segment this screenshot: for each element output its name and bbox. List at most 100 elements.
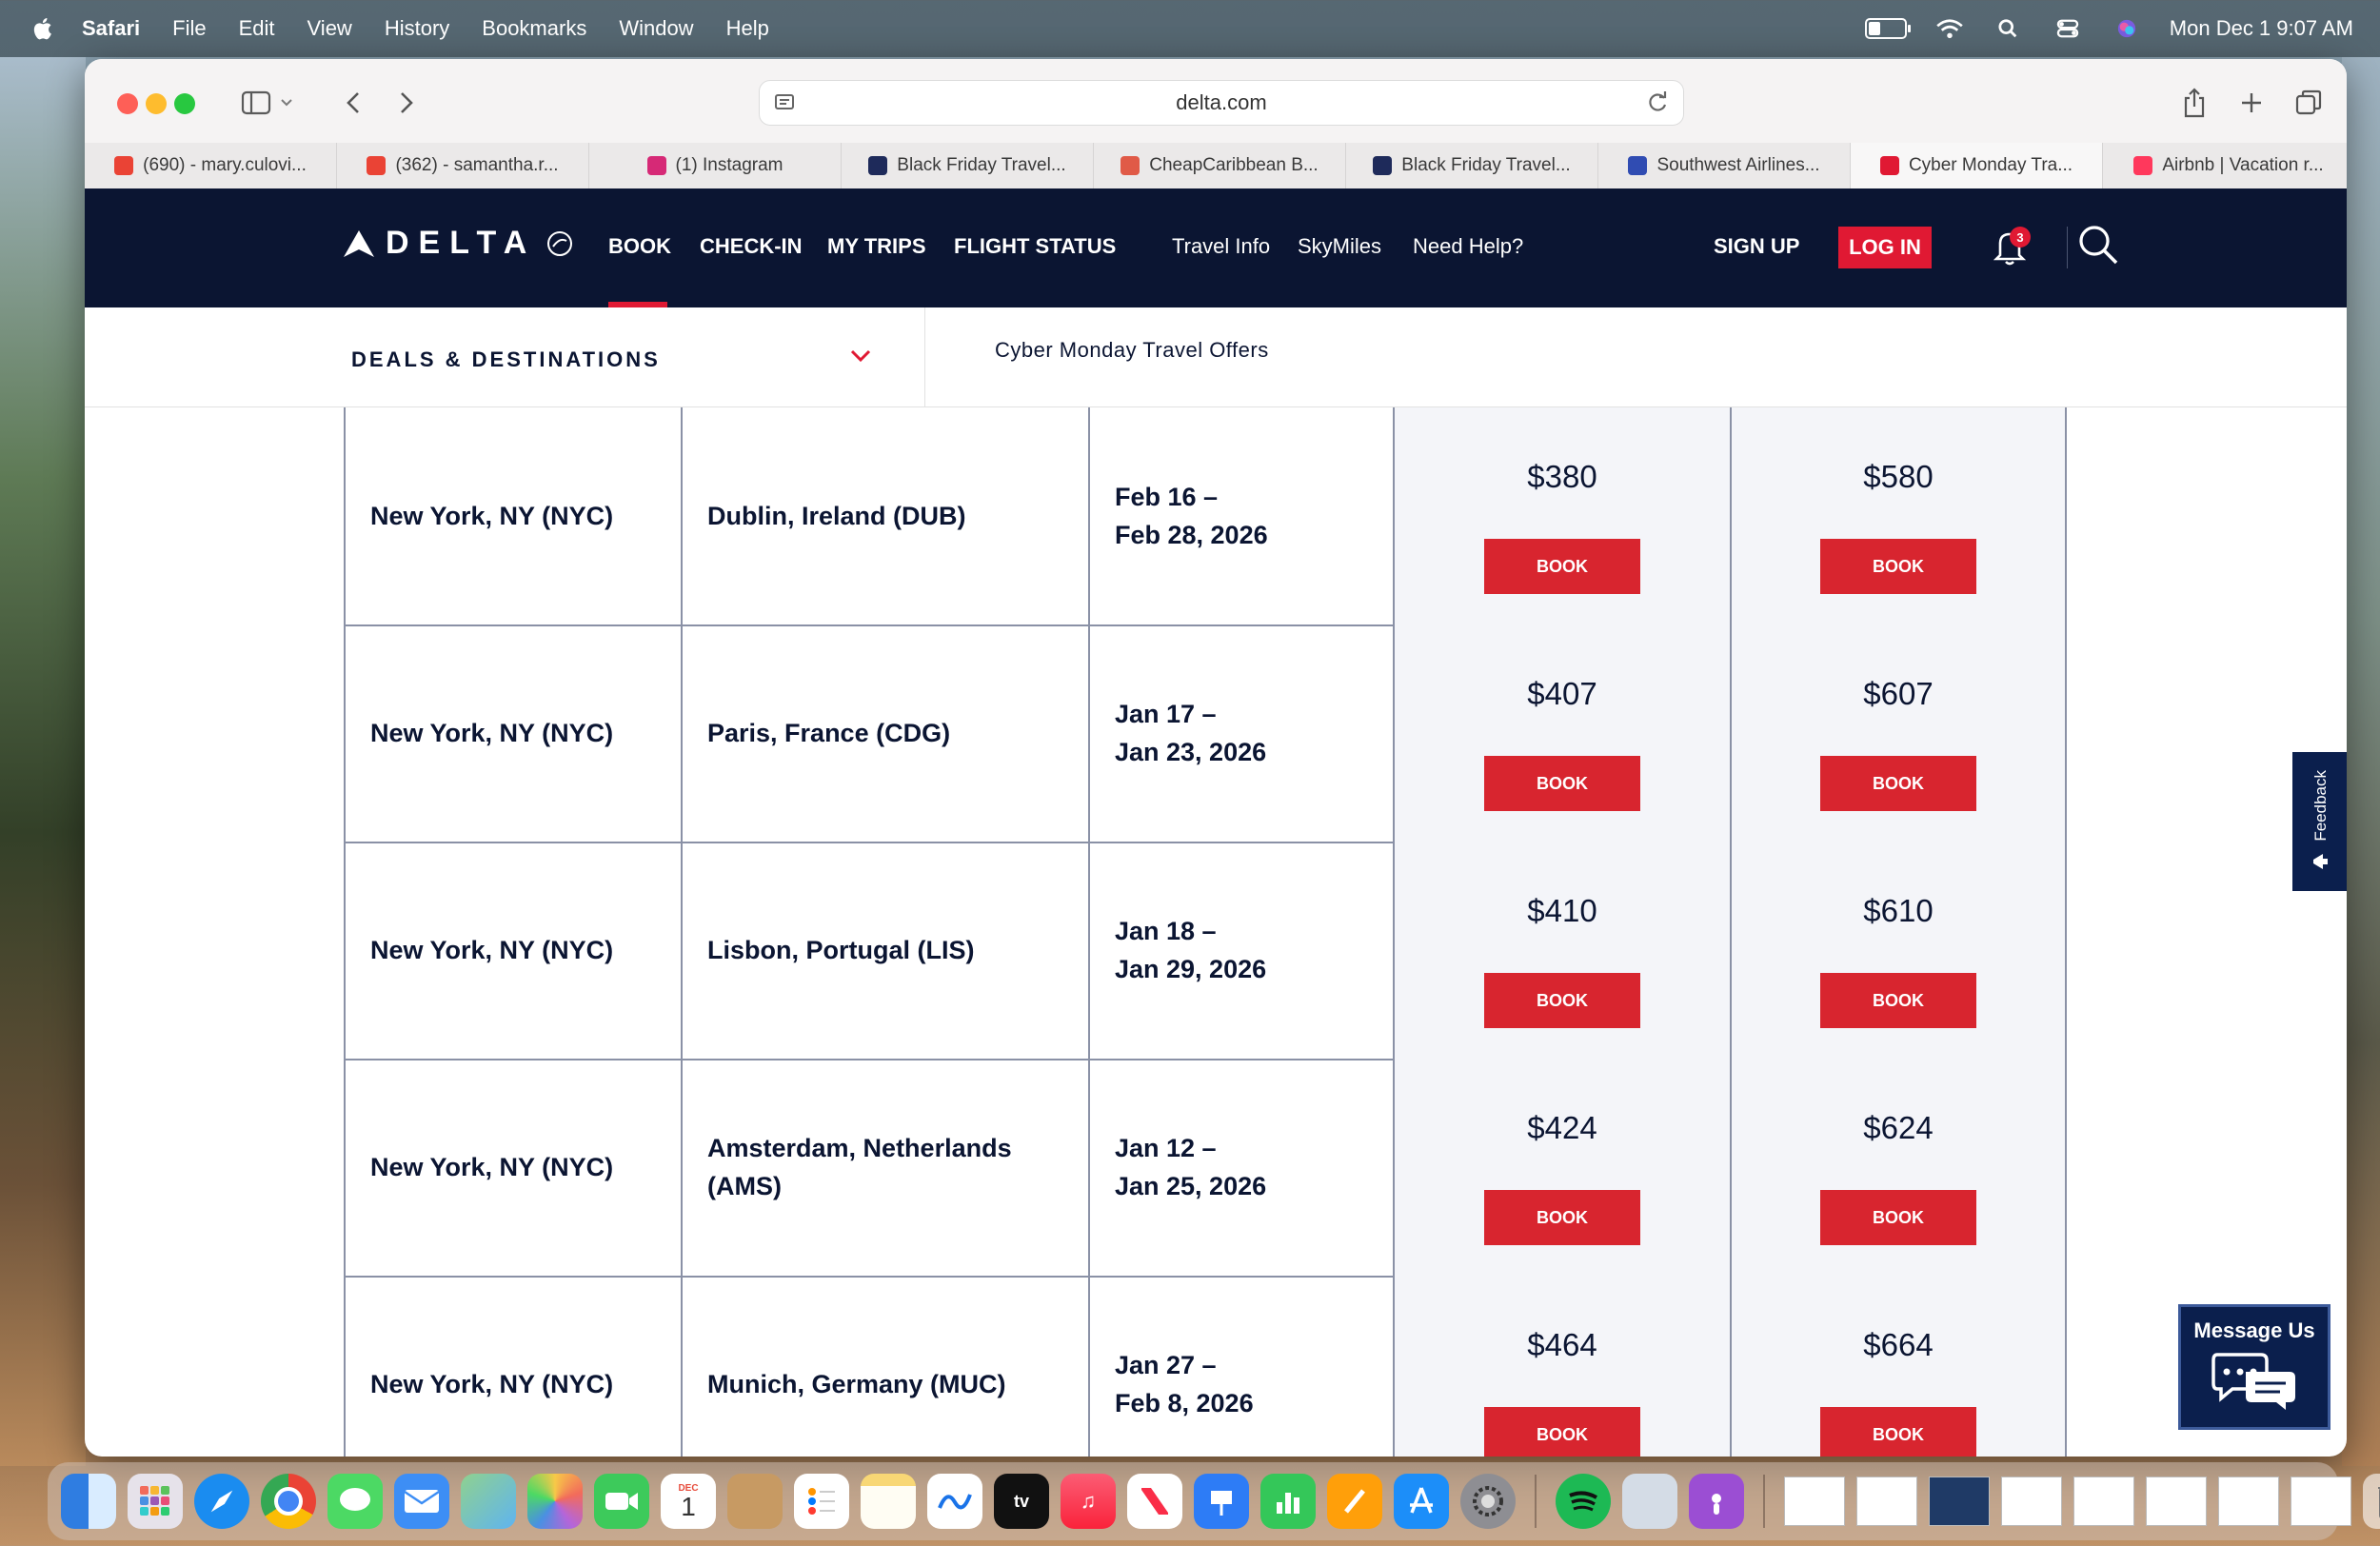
launchpad-icon[interactable] xyxy=(128,1474,183,1529)
chrome-icon[interactable] xyxy=(261,1474,316,1529)
menu-edit[interactable]: Edit xyxy=(239,16,275,41)
book-button[interactable]: BOOK xyxy=(1484,1407,1640,1457)
menu-file[interactable]: File xyxy=(172,16,206,41)
reload-icon[interactable] xyxy=(1645,90,1670,115)
nav-need-help[interactable]: Need Help? xyxy=(1413,234,1523,259)
minimize-window-button[interactable] xyxy=(146,93,167,114)
appstore-icon[interactable] xyxy=(1394,1474,1449,1529)
browser-tab[interactable]: (362) - samantha.r... xyxy=(337,143,589,188)
pages-icon[interactable] xyxy=(1327,1474,1382,1529)
book-button[interactable]: BOOK xyxy=(1484,973,1640,1028)
menu-history[interactable]: History xyxy=(385,16,449,41)
podcasts-icon[interactable] xyxy=(1689,1474,1744,1529)
safari-icon[interactable] xyxy=(194,1474,249,1529)
menu-view[interactable]: View xyxy=(307,16,352,41)
browser-tab[interactable]: (1) Instagram xyxy=(589,143,842,188)
tv-icon[interactable]: tv xyxy=(994,1474,1049,1529)
settings-icon[interactable] xyxy=(1460,1474,1516,1529)
menu-bookmarks[interactable]: Bookmarks xyxy=(482,16,586,41)
browser-tab[interactable]: Black Friday Travel... xyxy=(842,143,1094,188)
browser-tab[interactable]: CheapCaribbean B... xyxy=(1094,143,1346,188)
freeform-icon[interactable] xyxy=(927,1474,982,1529)
spotlight-search-icon[interactable] xyxy=(1993,18,2025,39)
facetime-icon[interactable] xyxy=(594,1474,649,1529)
numbers-icon[interactable] xyxy=(1260,1474,1316,1529)
menu-safari[interactable]: Safari xyxy=(82,16,140,41)
browser-tab[interactable]: Black Friday Travel... xyxy=(1346,143,1598,188)
minimized-window-thumbnail[interactable] xyxy=(2073,1477,2134,1526)
minimized-window-thumbnail[interactable] xyxy=(1856,1477,1917,1526)
minimized-window-thumbnail[interactable] xyxy=(2291,1477,2351,1526)
siri-icon[interactable] xyxy=(2111,18,2143,39)
nav-book[interactable]: BOOK xyxy=(608,234,671,259)
browser-tab[interactable]: (690) - mary.culovi... xyxy=(85,143,337,188)
keynote-icon[interactable] xyxy=(1194,1474,1249,1529)
book-button[interactable]: BOOK xyxy=(1820,539,1976,594)
book-button[interactable]: BOOK xyxy=(1820,1407,1976,1457)
photos-icon[interactable] xyxy=(527,1474,583,1529)
book-button[interactable]: BOOK xyxy=(1820,973,1976,1028)
site-settings-icon[interactable] xyxy=(773,91,796,114)
messages-icon[interactable] xyxy=(327,1474,383,1529)
nav-flight-status[interactable]: FLIGHT STATUS xyxy=(954,234,1116,259)
address-bar[interactable]: delta.com xyxy=(759,80,1684,126)
book-button[interactable]: BOOK xyxy=(1484,539,1640,594)
book-button[interactable]: BOOK xyxy=(1484,756,1640,811)
reminders-icon[interactable] xyxy=(794,1474,849,1529)
share-icon[interactable] xyxy=(2175,82,2213,124)
control-center-icon[interactable] xyxy=(2052,18,2084,39)
browser-tab-active[interactable]: Cyber Monday Tra... xyxy=(1851,143,2103,188)
message-us-button[interactable]: Message Us xyxy=(2178,1304,2330,1430)
search-icon[interactable] xyxy=(2076,223,2120,267)
news-icon[interactable] xyxy=(1127,1474,1182,1529)
preview-icon[interactable] xyxy=(1622,1474,1677,1529)
deals-destinations-dropdown[interactable]: DEALS & DESTINATIONS xyxy=(351,347,661,372)
nav-my-trips[interactable]: MY TRIPS xyxy=(827,234,926,259)
book-button[interactable]: BOOK xyxy=(1820,1190,1976,1245)
menu-help[interactable]: Help xyxy=(726,16,769,41)
dates-cell: Jan 17 – Jan 23, 2026 xyxy=(1088,624,1393,842)
maps-icon[interactable] xyxy=(461,1474,516,1529)
nav-travel-info[interactable]: Travel Info xyxy=(1172,234,1270,259)
book-button[interactable]: BOOK xyxy=(1820,756,1976,811)
delta-logo[interactable]: DELTA xyxy=(342,225,574,262)
minimized-window-thumbnail[interactable] xyxy=(2218,1477,2279,1526)
apple-icon[interactable] xyxy=(30,16,53,41)
tab-bar: (690) - mary.culovi... (362) - samantha.… xyxy=(85,143,2347,189)
browser-tab[interactable]: Southwest Airlines... xyxy=(1598,143,1851,188)
browser-tab[interactable]: Airbnb | Vacation r... xyxy=(2103,143,2347,188)
close-window-button[interactable] xyxy=(117,93,138,114)
nav-check-in[interactable]: CHECK-IN xyxy=(700,234,803,259)
music-icon[interactable]: ♫ xyxy=(1061,1474,1116,1529)
minimized-window-thumbnail[interactable] xyxy=(2146,1477,2207,1526)
minimized-window-thumbnail[interactable] xyxy=(1929,1477,1990,1526)
finder-icon[interactable] xyxy=(61,1474,116,1529)
minimized-window-thumbnail[interactable] xyxy=(2001,1477,2062,1526)
new-tab-icon[interactable] xyxy=(2232,82,2271,124)
battery-icon[interactable] xyxy=(1864,18,1911,39)
menubar-clock[interactable]: Mon Dec 1 9:07 AM xyxy=(2170,16,2353,41)
mail-icon[interactable] xyxy=(394,1474,449,1529)
sign-up-link[interactable]: SIGN UP xyxy=(1714,234,1799,259)
book-button[interactable]: BOOK xyxy=(1484,1190,1640,1245)
contacts-icon[interactable] xyxy=(727,1474,783,1529)
notes-icon[interactable] xyxy=(861,1474,916,1529)
menu-window[interactable]: Window xyxy=(619,16,693,41)
chevron-down-icon[interactable] xyxy=(850,349,871,363)
minimized-window-thumbnail[interactable] xyxy=(1784,1477,1845,1526)
feedback-tab[interactable]: Feedback xyxy=(2292,752,2347,891)
wifi-icon[interactable] xyxy=(1934,18,1966,39)
trash-icon[interactable] xyxy=(2363,1474,2380,1529)
log-in-button[interactable]: LOG IN xyxy=(1838,227,1932,268)
forward-icon[interactable] xyxy=(387,82,426,124)
back-icon[interactable] xyxy=(334,82,372,124)
sidebar-toggle-icon[interactable] xyxy=(237,82,275,124)
tab-group-chevron-icon[interactable] xyxy=(275,82,298,124)
fare-cell: $424 BOOK xyxy=(1393,1059,1730,1276)
nav-skymiles[interactable]: SkyMiles xyxy=(1298,234,1381,259)
calendar-icon[interactable]: DEC 1 xyxy=(661,1474,716,1529)
chat-bubbles-icon xyxy=(2211,1353,2295,1410)
spotify-icon[interactable] xyxy=(1556,1474,1611,1529)
tab-overview-icon[interactable] xyxy=(2290,82,2328,124)
zoom-window-button[interactable] xyxy=(174,93,195,114)
